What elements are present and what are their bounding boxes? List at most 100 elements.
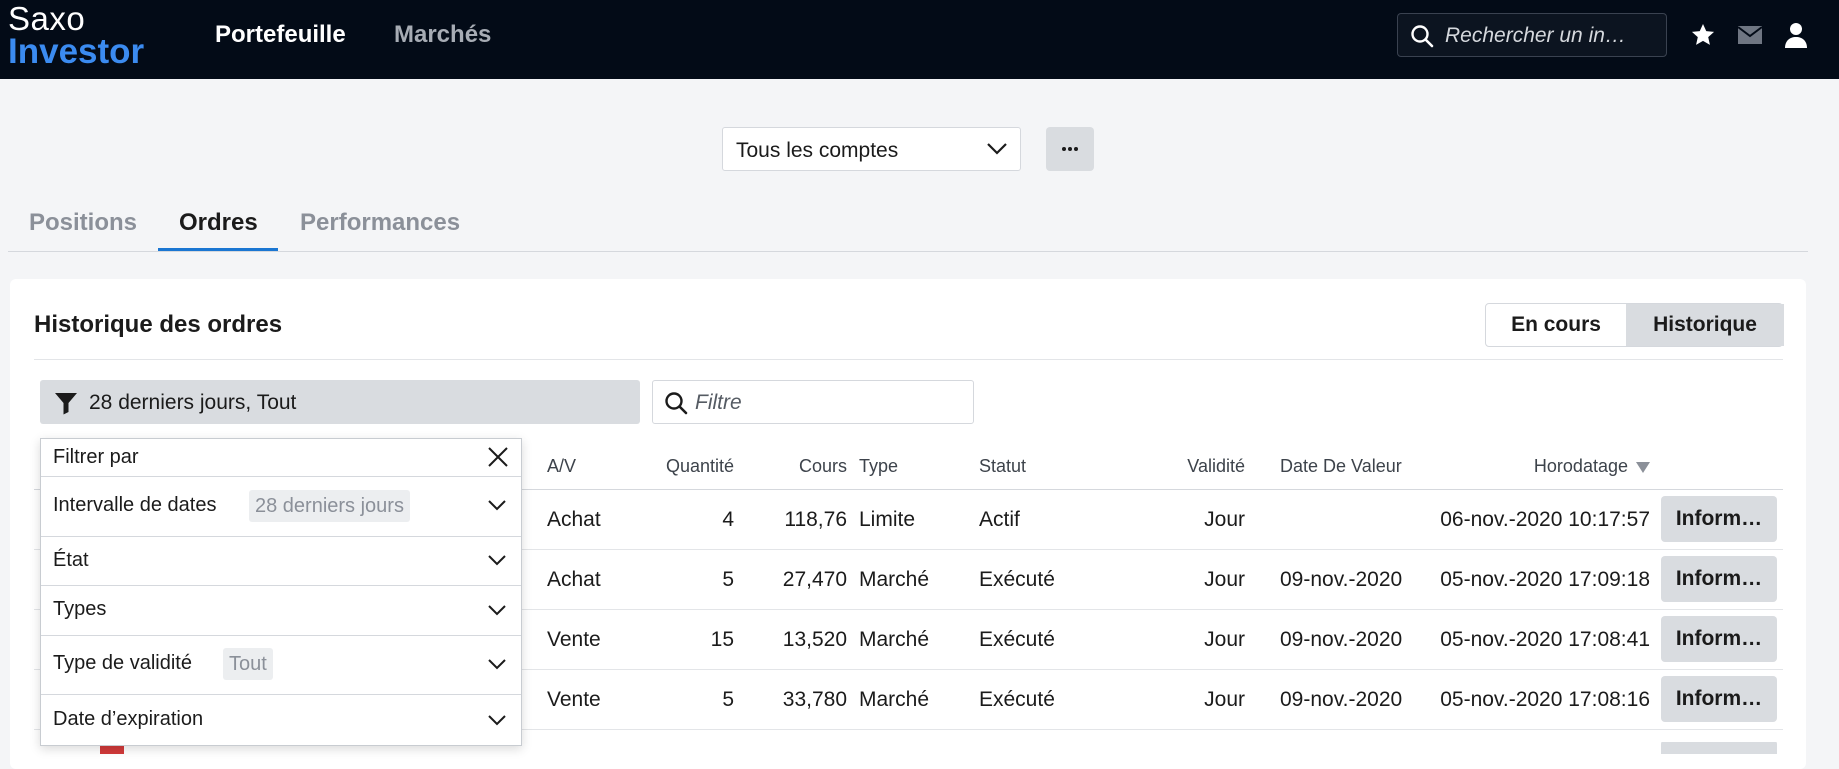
mail-icon[interactable] [1737,25,1763,45]
filter-panel-header: Filtrer par [41,439,521,477]
cell-type: Marché [859,688,930,711]
global-search-input[interactable]: Rechercher un in… [1397,13,1667,57]
top-navigation-bar: Saxo Investor Portefeuille Marchés Reche… [0,0,1839,79]
column-header-av[interactable]: A/V [547,456,576,477]
chevron-down-icon [488,555,506,566]
search-icon [1411,25,1434,48]
cell-statut: Exécuté [979,568,1055,591]
filter-item-label: Date d’expiration [53,708,204,730]
user-icon[interactable] [1785,22,1807,48]
chevron-down-icon [488,605,506,616]
filter-item-label: Intervalle de dates [53,494,217,516]
order-info-button[interactable]: Inform… [1661,676,1777,722]
chevron-down-icon [488,715,506,726]
logo-line-2: Investor [8,32,145,71]
filter-panel-title: Filtrer par [53,446,139,468]
filter-types[interactable]: Types [41,585,521,636]
cell-cours: 33,780 [782,688,847,711]
cell-statut: Actif [979,508,1020,531]
filter-placeholder: Filtre [695,391,742,414]
cell-horodatage: 05-nov.-2020 17:08:41 [1440,628,1650,651]
column-header-validite[interactable]: Validité [1150,456,1245,477]
filter-etat[interactable]: État [41,536,521,586]
order-status-toggle: En cours Historique [1485,303,1784,347]
chevron-down-icon [987,143,1007,155]
close-icon[interactable] [487,446,509,468]
order-info-button[interactable] [1661,742,1777,754]
filter-value-chip: 28 derniers jours [249,490,410,522]
cell-av: Vente [547,628,601,651]
account-select-value: Tous les comptes [736,139,899,162]
column-header-quantite[interactable]: Quantité [640,456,734,477]
card-title-divider [34,359,1783,360]
cell-validite: Jour [1204,508,1245,531]
filter-item-label: Types [53,598,107,620]
search-placeholder: Rechercher un in… [1445,24,1626,47]
filter-value-chip: Tout [223,648,273,680]
horodatage-label: Horodatage [1533,456,1628,476]
cell-statut: Exécuté [979,688,1055,711]
filter-panel: Filtrer par Intervalle de dates 28 derni… [40,438,522,746]
order-info-button[interactable]: Inform… [1661,556,1777,602]
cell-cours: 118,76 [784,508,847,531]
star-icon[interactable] [1690,22,1716,48]
filter-validity-type[interactable]: Type de validité Tout [41,635,521,695]
ellipsis-icon [1062,147,1066,151]
cell-quantite: 4 [722,508,734,531]
country-flag-icon [100,746,124,754]
account-select[interactable]: Tous les comptes [722,127,1021,171]
cell-type: Limite [859,508,916,531]
filter-date-range[interactable]: Intervalle de dates 28 derniers jours [41,476,521,537]
cell-date-de-valeur: 09-nov.-2020 [1280,688,1403,711]
column-header-statut[interactable]: Statut [979,456,1026,477]
cell-statut: Exécuté [979,628,1055,651]
cell-av: Vente [547,688,601,711]
column-header-type[interactable]: Type [859,456,898,477]
saxo-investor-logo[interactable]: Saxo Investor [8,0,144,69]
table-filter-input[interactable]: Filtre [652,380,974,424]
cell-quantite: 15 [710,628,734,651]
cell-date-de-valeur: 09-nov.-2020 [1280,568,1403,591]
nav-marches[interactable]: Marchés [394,21,491,49]
funnel-icon [55,393,77,415]
card-title: Historique des ordres [34,311,283,338]
tab-positions[interactable]: Positions [29,209,137,237]
filter-item-label: Type de validité [53,652,192,674]
cell-cours: 13,520 [782,628,847,651]
sort-descending-icon [1636,462,1650,473]
cell-av: Achat [547,508,601,531]
order-info-button[interactable]: Inform… [1661,496,1777,542]
cell-validite: Jour [1204,688,1245,711]
search-icon [665,392,688,415]
toggle-en-cours[interactable]: En cours [1486,304,1626,346]
logo-line-1: Saxo [8,0,86,37]
cell-date-de-valeur: 09-nov.-2020 [1280,628,1403,651]
column-header-horodatage[interactable]: Horodatage [1500,456,1650,477]
filter-summary-button[interactable]: 28 derniers jours, Tout [40,380,640,424]
column-header-cours[interactable]: Cours [760,456,847,477]
cell-cours: 27,470 [782,568,847,591]
cell-av: Achat [547,568,601,591]
cell-quantite: 5 [722,568,734,591]
toggle-historique[interactable]: Historique [1626,304,1784,346]
more-options-button[interactable] [1046,127,1094,171]
cell-horodatage: 05-nov.-2020 17:08:16 [1440,688,1650,711]
nav-portefeuille[interactable]: Portefeuille [215,21,346,49]
filter-summary-text: 28 derniers jours, Tout [89,391,297,414]
cell-validite: Jour [1204,628,1245,651]
order-info-button[interactable]: Inform… [1661,616,1777,662]
tab-ordres[interactable]: Ordres [179,209,258,237]
cell-quantite: 5 [722,688,734,711]
tabs-divider [8,251,1808,252]
column-header-date-de-valeur[interactable]: Date De Valeur [1280,456,1402,477]
filter-item-label: État [53,549,89,571]
cell-validite: Jour [1204,568,1245,591]
cell-type: Marché [859,568,930,591]
cell-type: Marché [859,628,930,651]
tab-performances[interactable]: Performances [300,209,460,237]
filter-expiration-date[interactable]: Date d’expiration [41,694,521,745]
cell-horodatage: 06-nov.-2020 10:17:57 [1440,508,1650,531]
chevron-down-icon [488,659,506,670]
cell-horodatage: 05-nov.-2020 17:09:18 [1440,568,1650,591]
chevron-down-icon [488,500,506,511]
